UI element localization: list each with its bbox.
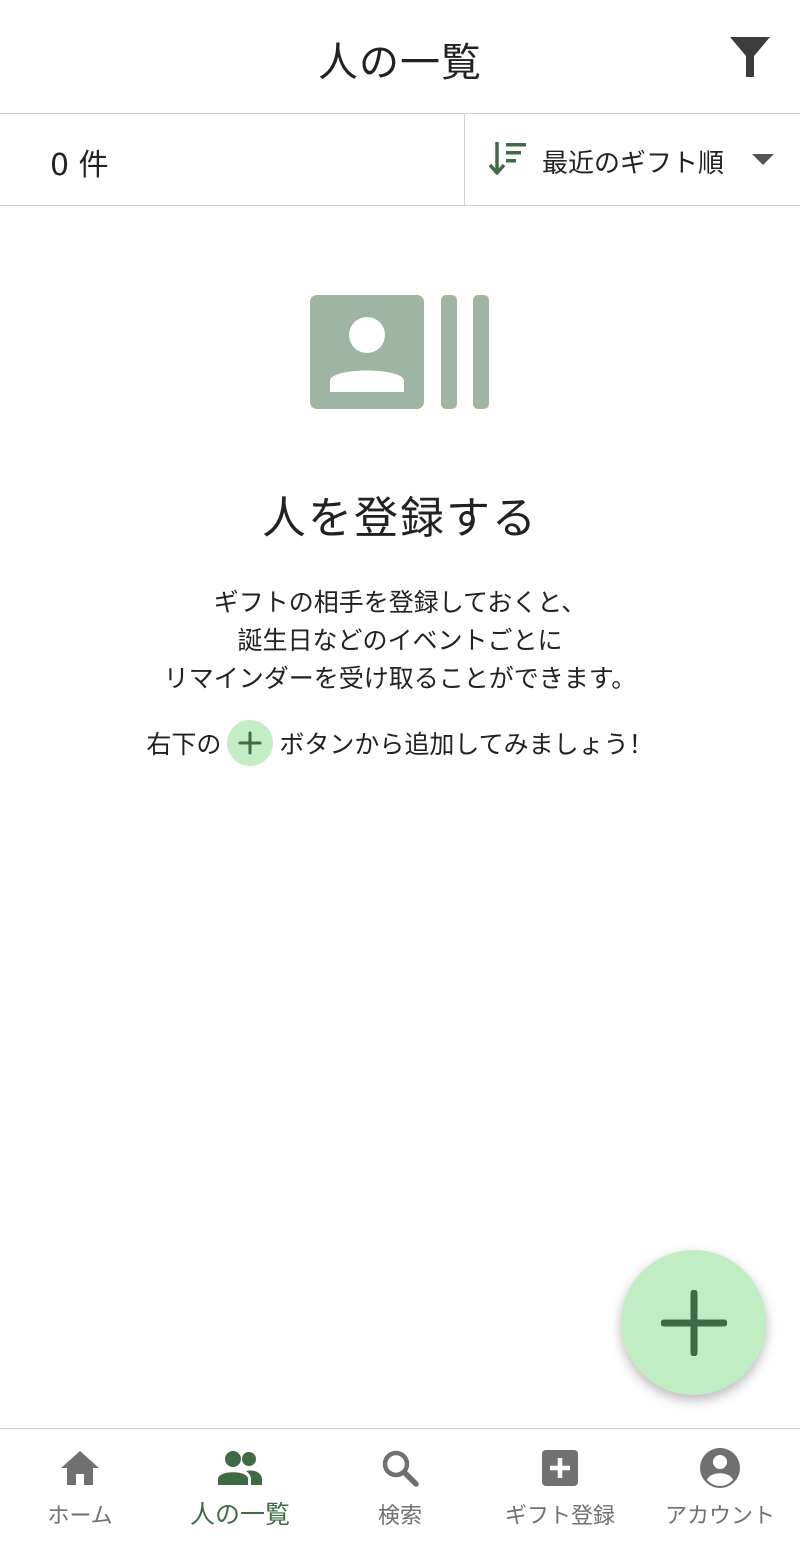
nav-label: 検索 [377,1504,422,1529]
nav-item-search[interactable]: 検索 [320,1429,480,1545]
add-box-icon [542,1450,578,1486]
hint-text-after: ボタンから追加してみましょう！ [279,730,654,759]
filter-button[interactable] [726,32,774,82]
account-circle-icon [700,1448,740,1488]
plus-icon [660,1289,727,1356]
nav-item-home[interactable]: ホーム [0,1429,160,1545]
nav-item-account[interactable]: アカウント [640,1429,800,1545]
bottom-nav: ホーム 人の一覧 検索 ギフト登録 アカウント [0,1428,800,1545]
app-header: 人の一覧 [0,0,800,114]
nav-label: 人の一覧 [189,1500,290,1529]
description-line: ギフトの相手を登録しておくと、 [213,588,587,617]
result-count: 0 件 [50,148,109,183]
page-title: 人の一覧 [318,40,482,86]
home-icon [61,1451,99,1485]
empty-state-description: ギフトの相手を登録しておくと、 誕生日などのイベントごとに リマインダーを受け取… [0,584,800,698]
nav-item-people[interactable]: 人の一覧 [160,1429,320,1545]
sort-icon [488,142,526,175]
sort-label: 最近のギフト順 [542,149,725,179]
plus-icon [227,720,274,766]
people-icon [218,1451,262,1485]
caret-down-icon [752,154,774,165]
description-line: リマインダーを受け取ることができます。 [163,664,637,693]
nav-label: ギフト登録 [504,1504,615,1529]
hint-text-before: 右下の [146,730,222,759]
filter-icon [730,37,770,77]
nav-label: アカウント [664,1504,775,1529]
nav-label: ホーム [47,1504,113,1529]
empty-state-hint: 右下の ボタンから追加してみましょう！ [0,720,800,766]
list-toolbar: 0 件 最近のギフト順 [0,114,800,206]
contacts-icon [310,295,489,409]
description-line: 誕生日などのイベントごとに [237,626,563,655]
search-icon [382,1450,419,1487]
sort-dropdown[interactable]: 最近のギフト順 [465,114,800,205]
add-person-button[interactable] [621,1250,766,1395]
empty-state-title: 人を登録する [262,493,538,544]
nav-item-gift-register[interactable]: ギフト登録 [480,1429,640,1545]
